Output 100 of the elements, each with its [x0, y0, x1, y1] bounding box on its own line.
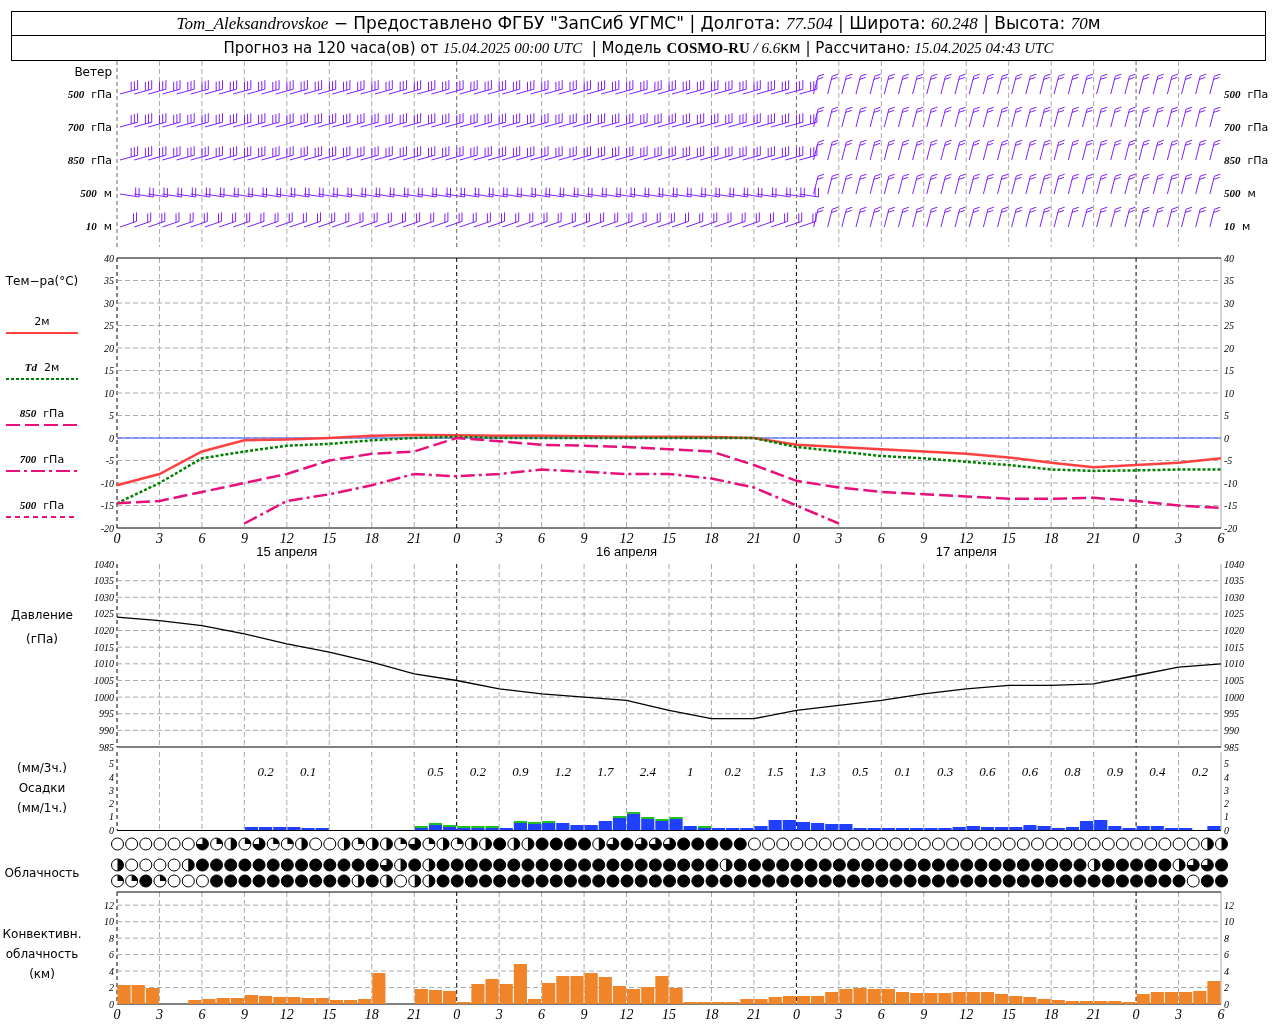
pressure-unit: (гПа)	[25, 631, 58, 648]
axis-tick-label: 18	[364, 1007, 379, 1022]
axis-tick-label: 4	[109, 965, 114, 977]
axis-tick-label: 18	[1044, 531, 1059, 546]
precipitation-total: 0.5	[427, 764, 444, 779]
date-label: 17 апреля	[935, 544, 997, 558]
wind-level-label: 500 гПа	[1224, 87, 1269, 103]
axis-tick-label: -15	[100, 500, 114, 511]
convective-cloud-bar	[584, 973, 598, 1004]
axis-tick-label: 18	[704, 1007, 719, 1022]
axis-tick-label: 18	[364, 531, 379, 546]
convective-cloud-bar	[428, 990, 443, 1004]
convective-title: Конвективн.	[2, 926, 82, 943]
convective-cloud-bar	[910, 993, 924, 1004]
axis-tick-label: 990	[99, 724, 114, 736]
axis-tick-label: 15	[662, 531, 676, 546]
axis-tick-label: 6	[109, 949, 114, 961]
axis-tick-label: 40	[1224, 252, 1234, 264]
axis-tick-label: 0	[1224, 998, 1229, 1010]
axis-tick-label: 21	[746, 531, 761, 546]
axis-tick-label: -10	[1224, 477, 1238, 489]
temperature-title: Тем−ра(°C)	[5, 273, 79, 290]
axis-tick-label: 25	[104, 320, 114, 331]
convective-cloud-bar	[485, 979, 499, 1004]
axis-tick-label: 21	[746, 1007, 761, 1022]
precipitation-total: 0.6	[979, 764, 996, 779]
axis-tick-label: 6	[1217, 1007, 1225, 1022]
pressure-title: Давление	[11, 607, 73, 624]
axis-tick-label: 1005	[1224, 674, 1244, 686]
convective-subtitle: облачность	[5, 946, 79, 963]
axis-tick-label: 15	[322, 1007, 337, 1022]
convective-unit: (км)	[29, 966, 55, 983]
axis-tick-label: -20	[1224, 522, 1238, 534]
wind-level-label: 850 гПа	[1224, 153, 1269, 169]
axis-tick-label: 1010	[1224, 658, 1244, 670]
precipitation-title: Осадки	[18, 780, 66, 797]
wind-level-label: 10 м	[85, 219, 112, 235]
precipitation-total: 0.2	[469, 764, 487, 779]
precipitation-total: 0.2	[257, 764, 274, 779]
axis-tick-label: 10	[1224, 387, 1234, 399]
axis-tick-label: 985	[1224, 741, 1239, 752]
axis-tick-label: 1	[1224, 811, 1229, 823]
station-title: Tom_Aleksandrovskoe − Предоставлено ФГБУ "ЗапСиб УГМС" | Долгота: 77.504 | Широта: 60.248 | Высота: 70м	[176, 11, 1101, 35]
axis-tick-label: 3	[1224, 784, 1229, 796]
axis-tick-label: 1015	[1224, 641, 1244, 653]
axis-tick-label: 3	[109, 784, 114, 796]
axis-tick-label: 4	[1224, 965, 1229, 977]
precipitation-total: 0.8	[1064, 764, 1081, 779]
axis-tick-label: 30	[1224, 297, 1234, 309]
axis-tick-label: 1000	[1224, 691, 1244, 703]
axis-tick-label: 9	[580, 1007, 588, 1022]
axis-tick-label: 6	[198, 1007, 206, 1022]
axis-tick-label: 12	[619, 1007, 634, 1022]
axis-tick-label: 15	[1001, 1007, 1016, 1022]
precipitation-total: 0.3	[936, 764, 954, 779]
axis-tick-label: 0	[109, 998, 114, 1010]
precipitation-bar	[1207, 826, 1221, 830]
legend-label: 500 гПа	[19, 497, 65, 514]
axis-tick-label: 15	[104, 365, 114, 376]
axis-tick-label: 1000	[94, 691, 114, 703]
axis-tick-label: 0	[792, 1007, 800, 1022]
precipitation-total: 1.7	[597, 764, 614, 779]
legend-label: Td 2м	[24, 359, 60, 376]
axis-tick-label: -15	[1224, 500, 1238, 511]
axis-tick-label: 1030	[94, 591, 114, 603]
precipitation-total: 1	[687, 764, 694, 779]
convective-cloud-bar	[980, 992, 995, 1004]
axis-tick-label: 12	[959, 531, 974, 546]
axis-tick-label: 3	[835, 531, 843, 546]
axis-tick-label: 1040	[1224, 558, 1244, 570]
axis-tick-label: 0	[1132, 1007, 1140, 1022]
convective-cloud-bar	[881, 989, 895, 1004]
axis-tick-label: 21	[1086, 531, 1101, 546]
axis-tick-label: 1030	[1224, 591, 1244, 603]
axis-tick-label: 0	[453, 531, 461, 546]
axis-tick-label: 0	[109, 432, 114, 444]
axis-tick-label: 2	[1224, 982, 1229, 994]
axis-tick-label: 3	[155, 1007, 163, 1022]
axis-tick-label: 21	[407, 531, 422, 546]
axis-tick-label: 1015	[94, 641, 114, 653]
axis-tick-label: 12	[1224, 899, 1234, 911]
axis-tick-label: 9	[920, 531, 928, 546]
precipitation-total: 1.2	[554, 764, 571, 779]
axis-tick-label: 4	[1224, 771, 1229, 783]
convective-cloud-bar	[966, 992, 980, 1004]
convective-cloud-bar	[1179, 992, 1193, 1004]
wind-level-label: 700 гПа	[67, 120, 112, 136]
precipitation-total: 0.2	[724, 764, 741, 779]
convective-cloud-bar	[924, 993, 938, 1004]
axis-tick-label: 1040	[94, 558, 114, 570]
legend-label: 2м	[34, 313, 50, 330]
axis-tick-label: 985	[99, 741, 114, 752]
convective-cloud-bar	[938, 993, 952, 1004]
axis-tick-label: 10	[104, 387, 114, 399]
precipitation-bar	[782, 820, 796, 830]
forecast-info: Прогноз на 120 часа(ов) от 15.04.2025 00:00 UTC | Модель COSMO-RU / 6.6км | Рассчитано: 15.04.2025 04:43 UTC	[223, 37, 1054, 59]
precipitation-unit: (мм/3ч.)	[16, 760, 68, 777]
precipitation-total: 0.1	[299, 764, 317, 779]
precipitation-total: 0.5	[851, 764, 869, 779]
convective-cloud-bar	[853, 988, 867, 1004]
